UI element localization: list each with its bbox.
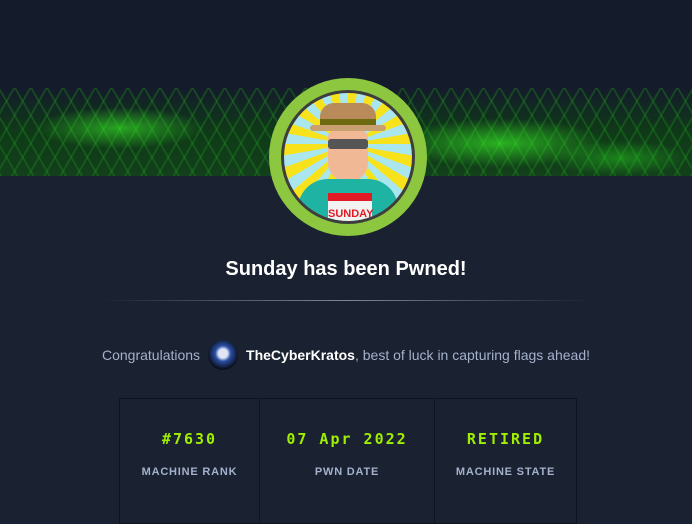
congrats-prefix: Congratulations <box>101 347 201 363</box>
congrats-suffix: , best of luck in capturing flags ahead! <box>354 347 591 363</box>
user-avatar[interactable] <box>208 340 239 370</box>
stat-machine-state: RETIRED MACHINE STATE <box>435 399 576 523</box>
stat-label: MACHINE RANK <box>141 466 238 478</box>
stat-label: MACHINE STATE <box>455 466 556 478</box>
stat-pwn-date: 07 Apr 2022 PWN DATE <box>260 399 435 523</box>
calendar-badge: SUNDAY <box>328 193 373 221</box>
stat-label: PWN DATE <box>314 466 380 478</box>
congrats-message: Congratulations TheCyberKratos , best of… <box>0 340 692 370</box>
stats-panel: #7630 MACHINE RANK 07 Apr 2022 PWN DATE … <box>119 398 577 524</box>
stat-machine-rank: #7630 MACHINE RANK <box>120 399 260 523</box>
machine-avatar: SUNDAY <box>269 78 427 236</box>
page-title: Sunday has been Pwned! <box>225 258 467 280</box>
stat-value: RETIRED <box>466 430 545 448</box>
username-link[interactable]: TheCyberKratos <box>246 347 355 363</box>
divider <box>100 300 592 301</box>
stat-value: 07 Apr 2022 <box>286 430 408 448</box>
stat-value: #7630 <box>161 430 218 448</box>
